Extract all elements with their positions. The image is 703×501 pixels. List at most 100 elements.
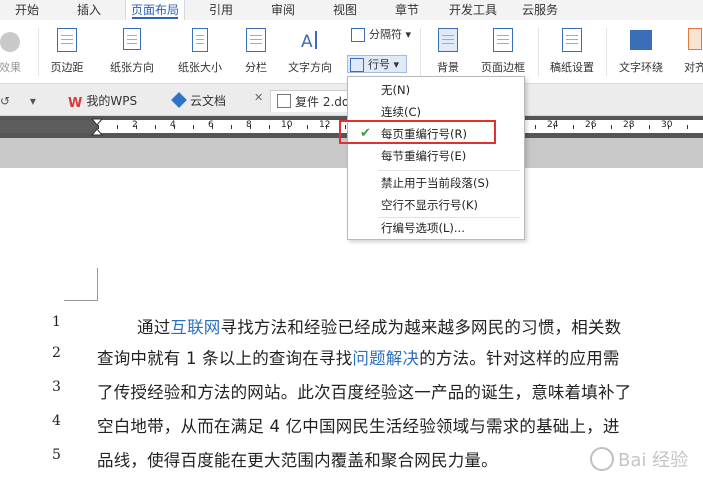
tab-review[interactable]: 审阅 [260,0,306,20]
effects-icon [0,32,20,52]
text-wrap-button[interactable]: 文字环绕 [614,24,668,80]
manuscript-settings-button[interactable]: 稿纸设置 [544,24,600,80]
ruler-number: 8 [246,120,252,130]
ruler-number: 6 [208,120,214,130]
document-file-icon [277,94,291,108]
page-border-label: 页面边框 [481,61,525,74]
ruler-tick [649,125,650,129]
align-label: 对齐 [684,61,703,74]
tab-home[interactable]: 开始 [4,0,50,20]
text-run: 品线，使得百度能在更大范围内覆盖和聚合网民力量。 [97,451,498,470]
line-text: 查询中就有 1 条以上的查询在寻找问题解决的方法。针对这样的应用需 [97,345,620,369]
page-margin-corner-marker [64,268,98,301]
line-numbers-button[interactable]: 行号 ▾ [347,55,407,73]
doc-tab-current[interactable]: 复件 2.doc [270,90,356,112]
separator-button[interactable]: 分隔符 ▾ [349,26,411,44]
doc-tab-my-wps-label: 我的WPS [86,94,138,108]
effects-button[interactable]: 效果 [0,24,28,80]
text-run: 了传授经验和方法的网站。此次百度经验这一产品的诞生，意味着填补了 [97,383,632,402]
menu-item-suppress-current-paragraph[interactable]: 禁止用于当前段落(S) [348,172,524,194]
manuscript-label: 稿纸设置 [550,61,594,74]
text-wrap-label: 文字环绕 [619,61,663,74]
page-border-icon [493,28,513,52]
menu-item-restart-each-section[interactable]: 每节重编行号(E) [348,145,524,167]
effects-label: 效果 [0,61,21,74]
margins-button[interactable]: 页边距 [44,24,90,80]
margins-label: 页边距 [50,61,84,74]
ruler-tick [193,125,194,129]
close-tab-icon[interactable]: ✕ [254,91,263,104]
paper-size-label: 纸张大小 [178,61,222,74]
tab-page-layout[interactable]: 页面布局 [125,0,185,20]
text-direction-label: 文字方向 [288,61,332,74]
menu-item-none[interactable]: 无(N) [348,79,524,101]
menu-item-options-label: 行编号选项(L)... [381,221,465,235]
doc-tab-my-wps[interactable]: W 我的WPS [68,90,137,112]
ruler-number: 24 [547,120,559,130]
hyperlink[interactable]: 互联网 [170,318,220,337]
align-button[interactable]: 对齐 [680,24,703,80]
text-run: 查询中就有 1 条以上的查询在寻找 [97,349,353,368]
baidu-jingyan-watermark: Bai 经验 [590,447,688,471]
doc-tab-cloud[interactable]: 云文档 [171,90,226,112]
ruler-tick [155,125,156,129]
ruler-tick [573,125,574,129]
menu-item-suppress-label: 禁止用于当前段落(S) [381,176,490,190]
manuscript-icon [562,28,582,52]
ruler-tick [307,125,308,129]
ribbon-toolbar: 效果 页边距 纸张方向 纸张大小 分栏 A 文字方向 分隔符 ▾ 行号 ▾ 背景… [0,20,703,84]
hyperlink[interactable]: 问题解决 [352,349,419,368]
paper-size-button[interactable]: 纸张大小 [170,24,230,80]
annotation-highlight-box [339,120,496,144]
tab-list-chevron-icon[interactable]: ▾ [30,94,36,108]
text-direction-button[interactable]: A 文字方向 [282,24,338,80]
text-run: 寻找方法和经验已经成为越来越多网民的习惯，相关数 [220,318,622,337]
indent-marker-icon[interactable] [91,118,103,136]
ruler-number: 28 [623,120,635,130]
separator-icon [351,28,365,42]
page-border-button[interactable]: 页面边框 [476,24,530,80]
line-numbers-label: 行号 [368,58,390,71]
align-icon [688,28,702,50]
tab-insert[interactable]: 插入 [66,0,112,20]
ruler-tick [687,125,688,129]
ruler-number: 10 [281,120,293,130]
background-icon [438,28,458,52]
line-numbers-icon [350,58,364,72]
ruler-tick [269,125,270,129]
ruler-number: 26 [585,120,597,130]
tab-section[interactable]: 章节 [384,0,430,20]
ruler-number: 2 [132,120,138,130]
tab-references[interactable]: 引用 [198,0,244,20]
line-number: 1 [52,314,61,330]
menu-item-skip-blank-label: 空行不显示行号(K) [381,198,479,212]
line-text: 品线，使得百度能在更大范围内覆盖和聚合网民力量。 [97,447,498,471]
line-number: 3 [52,379,61,395]
tab-cloud-service[interactable]: 云服务 [514,0,566,20]
background-button[interactable]: 背景 [430,24,466,80]
menu-item-skip-blank-lines[interactable]: 空行不显示行号(K) [348,194,524,216]
svg-text:Bai 经验: Bai 经验 [618,450,688,471]
tab-view[interactable]: 视图 [322,0,368,20]
menu-item-continuous-label: 连续(C) [381,105,422,119]
margins-icon [57,28,77,52]
columns-label: 分栏 [245,61,267,74]
ruler-number: 30 [661,120,673,130]
wps-logo-icon: W [68,96,83,111]
text-run: 的方法。针对这样的应用需 [419,349,620,368]
text-direction-icon: A [299,28,321,52]
menu-item-line-number-options[interactable]: 行编号选项(L)... [348,217,524,239]
line-text: 空白地带，从而在满足 4 亿中国网民生活经验领域与需求的基础上，进 [97,413,620,437]
orientation-button[interactable]: 纸张方向 [102,24,162,80]
tab-developer[interactable]: 开发工具 [443,0,503,20]
columns-button[interactable]: 分栏 [238,24,274,80]
orientation-icon [123,28,141,50]
menu-item-restart-each-section-label: 每节重编行号(E) [381,149,467,163]
undo-icon[interactable]: ↺ [0,94,10,108]
ruler-tick [611,125,612,129]
menu-item-none-label: 无(N) [381,83,411,97]
line-text: 了传授经验和方法的网站。此次百度经验这一产品的诞生，意味着填补了 [97,379,631,403]
ruler-tick [117,125,118,129]
undo-redo-controls[interactable]: ↺ ▾ [0,90,40,112]
ruler-number: 12 [319,120,331,130]
